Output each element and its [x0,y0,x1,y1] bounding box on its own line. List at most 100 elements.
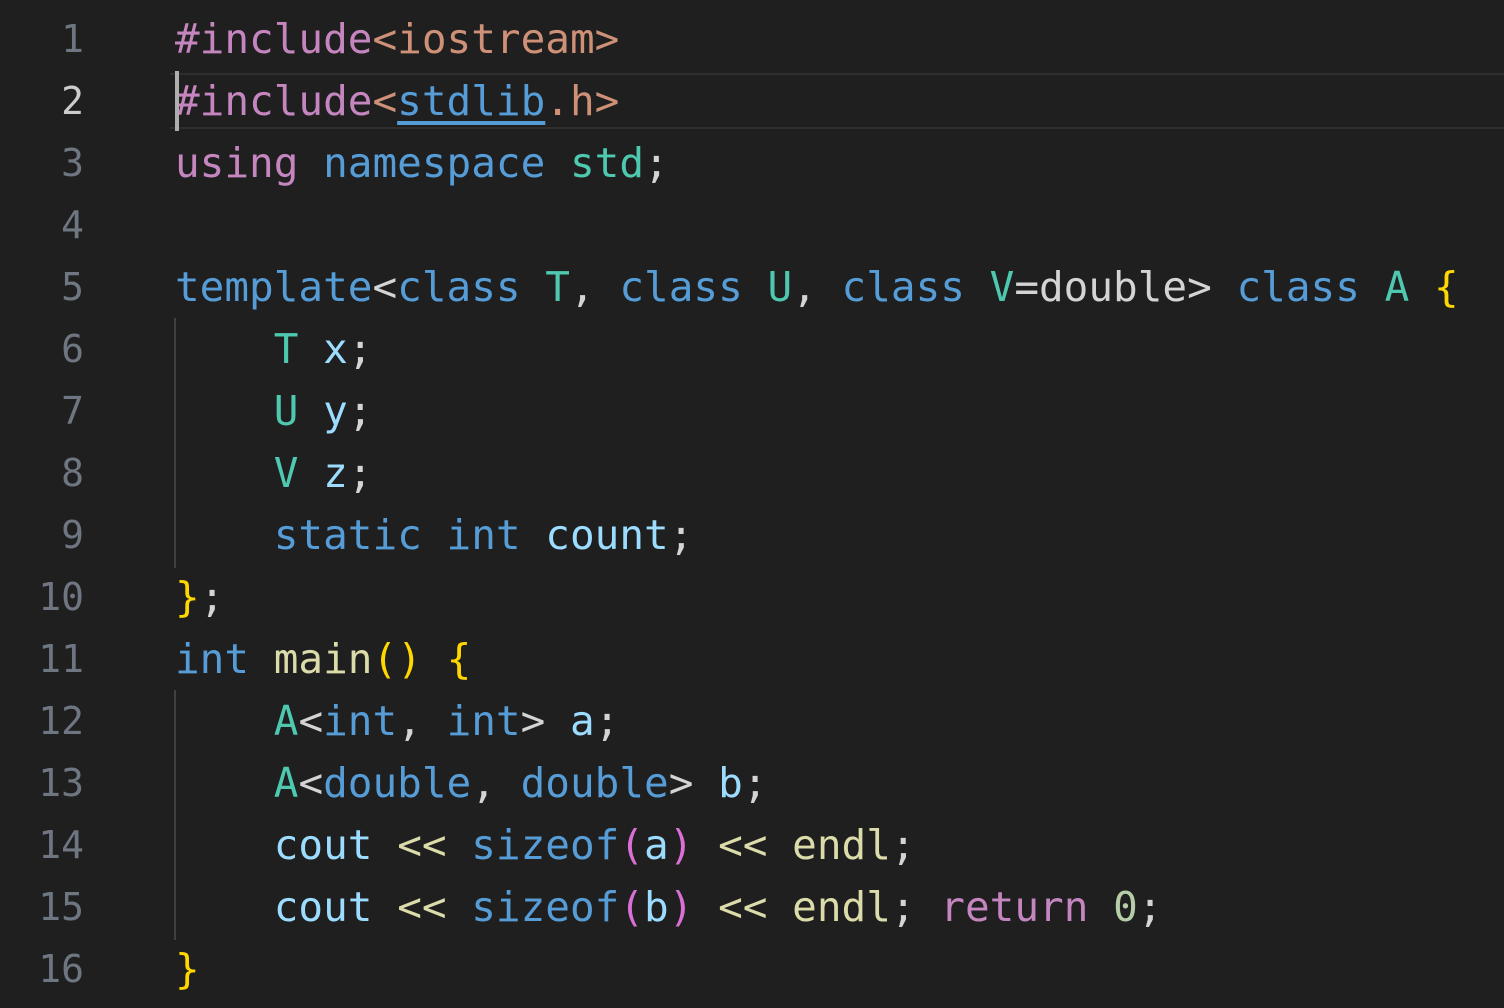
code-token: ( [619,883,645,931]
code-token: a [644,821,669,869]
code-token: 0 [1113,883,1138,931]
code-editor[interactable]: 1 #include<iostream> 2 #include<stdlib.h> 3 u… [0,0,1504,1008]
code-token: sizeof [471,883,620,931]
code-token: endl [792,821,891,869]
code-token: sizeof [471,821,620,869]
code-line[interactable]: 7 U y; [0,380,1504,442]
code-token: template [175,263,373,311]
code-line[interactable]: 11 int main() { [0,628,1504,690]
code-line[interactable]: 9 static int count; [0,504,1504,566]
line-number: 14 [38,823,84,867]
code-token: .h> [545,77,620,125]
line-number: 2 [61,79,84,123]
code-token: A [1384,263,1410,311]
code-token: using [175,139,299,187]
code-token: cout [273,883,373,931]
code-token: double [520,759,669,807]
code-token: ; [742,759,768,807]
code-token: #include [175,77,373,125]
code-text: #include<iostream> [175,8,619,70]
code-line[interactable]: 10}; [0,566,1504,628]
code-token: class [841,263,965,311]
code-token: b [644,883,669,931]
code-token: U [273,387,299,435]
code-token: int [323,697,398,745]
code-token: , [569,263,620,311]
code-token: #include [175,15,373,63]
code-text: template<class T, class U, class V=doubl… [175,256,1459,318]
code-token: < [372,77,398,125]
code-token: , [397,697,447,745]
code-line[interactable]: 3 using namespace std; [0,132,1504,194]
code-line[interactable]: 6 T x; [0,318,1504,380]
code-text: A<int, int> a; [175,690,620,752]
code-token: int [446,511,521,559]
code-text: using namespace std; [175,132,669,194]
code-text: #include<stdlib.h> [175,70,619,132]
code-token: static [273,511,422,559]
code-line[interactable]: 4 [0,194,1504,256]
code-token: cout [273,821,373,869]
line-number: 13 [38,761,84,805]
code-line[interactable]: 8 V z; [0,442,1504,504]
line-number: 1 [61,17,84,61]
code-token: class [619,263,743,311]
code-line[interactable]: 15 cout << sizeof(b) << endl; return 0; [0,876,1504,938]
line-number: 15 [38,885,84,929]
code-line[interactable]: 13 A<double, double> b; [0,752,1504,814]
code-line[interactable]: 12 A<int, int> a; [0,690,1504,752]
line-number: 8 [61,451,84,495]
code-token: x [323,325,348,373]
code-line[interactable]: 16} [0,938,1504,1000]
code-token: ; [668,511,694,559]
code-token: , [471,759,521,807]
line-number: 10 [38,575,84,619]
code-line[interactable]: 5 template<class T, class U, class V=doub… [0,256,1504,318]
code-token: T [545,263,570,311]
code-line[interactable]: 2 #include<stdlib.h> [0,70,1504,132]
line-number: 7 [61,389,84,433]
code-token: V [989,263,1015,311]
code-text: int main() { [175,628,471,690]
code-token: count [545,511,669,559]
code-token: < [372,263,398,311]
code-token: a [570,697,595,745]
code-token: ; [347,325,373,373]
code-token: ; [199,573,225,621]
line-number: 12 [38,699,84,743]
code-line[interactable]: 14 cout << sizeof(a) << endl; [0,814,1504,876]
code-token: std [569,139,645,187]
code-text: A<double, double> b; [175,752,768,814]
line-number: 16 [38,947,84,991]
code-text: cout << sizeof(b) << endl; return 0; [175,876,1163,938]
code-token: } [175,945,200,993]
code-token: ; [890,883,916,931]
code-line[interactable]: 1 #include<iostream> [0,8,1504,70]
code-text: T x; [175,318,373,380]
code-text: static int count; [175,504,694,566]
code-token: { [1433,263,1459,311]
code-token: U [767,263,793,311]
code-token: > [668,759,719,807]
code-token: return [940,883,1089,931]
